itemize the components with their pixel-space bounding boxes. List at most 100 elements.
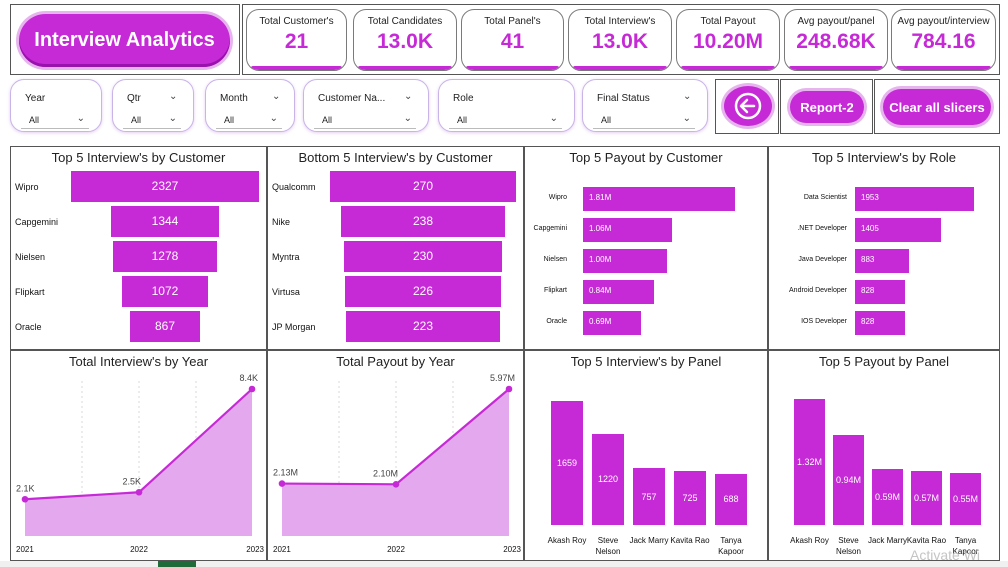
kpi-avg-payout-interview: Avg payout/interview 784.16 [891, 9, 996, 71]
data-label: 0.55M [952, 493, 978, 504]
report2-button[interactable]: Report-2 [790, 91, 864, 123]
category-label: Jack Marry [867, 536, 908, 545]
data-label: 270 [412, 179, 434, 193]
data-label: 1.32M [796, 457, 822, 467]
data-label: 230 [412, 249, 433, 263]
slicer-label: Customer Na... [318, 93, 386, 104]
kpi-value: 41 [500, 30, 525, 53]
kpi-label: Total Panel's [484, 16, 541, 27]
data-label: 2.1K [16, 483, 35, 493]
chevron-down-icon[interactable]: ⌄ [169, 91, 177, 102]
data-label: 1220 [597, 474, 619, 485]
kpi-avg-payout-panel: Avg payout/panel 248.68K [784, 9, 888, 71]
slicer-final-status[interactable]: Final Status ⌄ All ⌄ [582, 79, 708, 132]
category-label: IOS Developer [801, 318, 847, 325]
chevron-down-icon[interactable]: ⌄ [270, 113, 278, 124]
data-label: 1.00M [589, 255, 612, 264]
data-label: 1405 [861, 224, 879, 233]
slicer-value: All [131, 115, 142, 125]
slicer-value: All [457, 115, 468, 125]
category-label: Nike [272, 217, 291, 227]
data-label: 0.84M [589, 286, 612, 295]
slicer-dropdown[interactable]: All ⌄ [216, 112, 282, 129]
category-label: Virtusa [272, 287, 300, 297]
category-label: Wipro [15, 182, 39, 192]
chevron-down-icon[interactable]: ⌄ [404, 91, 412, 102]
kpi-total-candidates: Total Candidates 13.0K [353, 9, 457, 71]
category-label: Tanya Kapoor [718, 536, 744, 556]
data-label: 867 [154, 319, 175, 333]
kpi-value: 13.0K [591, 30, 649, 53]
category-label: Wipro [548, 194, 567, 201]
category-label: Kavita Rao [670, 536, 710, 545]
slicer-dropdown[interactable]: All ⌄ [123, 112, 181, 129]
data-label: 883 [861, 255, 875, 264]
kpi-total-payout: Total Payout 10.20M [676, 9, 780, 71]
data-label: 8.4K [239, 373, 258, 383]
chart-top5-interviews-panel: Top 5 Interview's by Panel 1659 Akash Roy… [524, 350, 768, 561]
kpi-value: 784.16 [911, 30, 976, 53]
slicer-dropdown[interactable]: All ⌄ [21, 112, 89, 129]
kpi-value: 13.0K [376, 30, 434, 53]
chart-top5-payout-customer: Top 5 Payout by Customer Wipro 1.81M Capge… [524, 146, 768, 350]
chevron-down-icon[interactable]: ⌄ [77, 113, 85, 124]
chart-title: Bottom 5 Interview's by Customer [298, 150, 493, 165]
slicer-qtr[interactable]: Qtr ⌄ All ⌄ [112, 79, 194, 132]
data-label: 2.13M [273, 468, 298, 478]
kpi-label: Avg payout/interview [897, 16, 990, 27]
data-label: 1278 [151, 249, 179, 263]
category-label: Akash Roy [547, 536, 587, 545]
chevron-down-icon[interactable]: ⌄ [169, 113, 177, 124]
category-label: .NET Developer [797, 225, 847, 232]
data-label: 238 [412, 214, 433, 228]
slicer-dropdown[interactable]: All ⌄ [314, 112, 416, 129]
category-label: Jack Marry [629, 536, 669, 545]
x-tick-label: 2021 [16, 545, 34, 554]
category-label: Capgemini [15, 217, 59, 227]
chevron-down-icon[interactable]: ⌄ [404, 113, 412, 124]
kpi-total-panels: Total Panel's 41 [461, 9, 564, 71]
data-label: 828 [861, 286, 875, 295]
sheet-tab[interactable] [158, 561, 196, 567]
data-label: 1.06M [589, 224, 612, 233]
kpi-value: 21 [284, 30, 309, 53]
chevron-down-icon[interactable]: ⌄ [683, 113, 691, 124]
slicer-value: All [224, 115, 235, 125]
slicer-role[interactable]: Role All ⌄ [438, 79, 575, 132]
data-point [248, 385, 256, 393]
slicer-month[interactable]: Month ⌄ All ⌄ [205, 79, 295, 132]
data-label: 2.10M [373, 468, 398, 478]
data-label: 1344 [151, 214, 179, 228]
data-label: 1.81M [589, 193, 612, 202]
clear-slicers-button[interactable]: Clear all slicers [883, 89, 991, 125]
chevron-down-icon[interactable]: ⌄ [272, 91, 280, 102]
back-button[interactable] [724, 86, 772, 126]
category-label: Nielsen [15, 252, 46, 262]
data-label: 1953 [861, 193, 879, 202]
x-tick-label: 2021 [273, 545, 291, 554]
data-label: 2327 [151, 179, 179, 193]
data-label: 757 [641, 491, 657, 502]
chevron-down-icon[interactable]: ⌄ [683, 91, 691, 102]
slicer-dropdown[interactable]: All ⌄ [449, 112, 562, 129]
kpi-value: 10.20M [692, 30, 764, 53]
slicer-dropdown[interactable]: All ⌄ [593, 112, 695, 129]
slicer-label: Qtr [127, 93, 141, 104]
chart-top5-payout-panel: Top 5 Payout by Panel 1.32M Akash Roy 0.94… [768, 350, 1000, 561]
chevron-down-icon[interactable]: ⌄ [550, 113, 558, 124]
category-label: Data Scientist [803, 194, 847, 201]
slicer-customer-name[interactable]: Customer Na... ⌄ All ⌄ [303, 79, 429, 132]
chart-bottom5-interviews-customer: Bottom 5 Interview's by Customer Qualcom… [267, 146, 524, 350]
kpi-label: Total Interview's [584, 16, 656, 27]
category-label: Flipkart [544, 287, 567, 294]
data-label: 1072 [151, 284, 179, 298]
chart-plot: 2.13M 2021 2.10M 2022 5.97M 2023 [273, 373, 522, 554]
chart-title: Top 5 Payout by Panel [818, 354, 950, 369]
kpi-label: Total Customer's [259, 16, 334, 27]
slicer-year[interactable]: Year All ⌄ [10, 79, 102, 132]
slicer-label: Role [453, 93, 474, 104]
category-label: Myntra [272, 252, 300, 262]
category-label: Qualcomm [272, 182, 316, 192]
data-label: 0.57M [913, 492, 939, 503]
slicer-label: Month [220, 93, 248, 104]
